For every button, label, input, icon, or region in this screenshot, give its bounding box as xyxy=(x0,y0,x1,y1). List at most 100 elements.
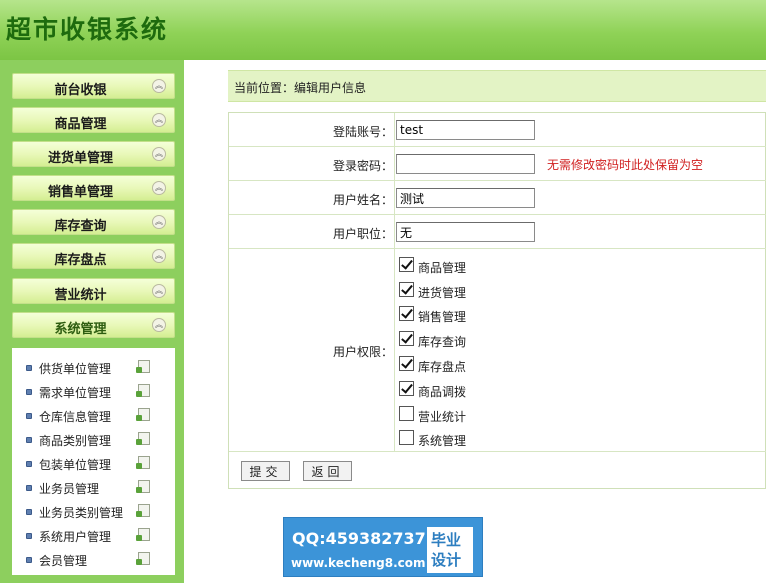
permission-item: 商品调拨 xyxy=(399,379,499,403)
permission-label: 销售管理 xyxy=(418,310,467,324)
bullet-icon xyxy=(26,389,32,395)
nav-label: 销售单管理 xyxy=(47,185,113,200)
position-field[interactable] xyxy=(396,222,535,242)
account-field[interactable] xyxy=(396,120,535,140)
edit-user-form: 登陆账号： 登录密码： 无需修改密码时此处保留为空 用户姓名： 用户职位： xyxy=(228,112,766,489)
permission-label: 库存盘点 xyxy=(418,360,467,374)
submenu-item-label: 需求单位管理 xyxy=(39,386,112,400)
nav-purchase-orders[interactable]: 进货单管理 ︽ xyxy=(12,141,175,167)
promo-badge-line2: 设计 xyxy=(431,551,462,569)
submit-button[interactable]: 提交 xyxy=(241,461,290,481)
document-icon xyxy=(136,408,150,421)
permission-checkbox[interactable] xyxy=(399,381,414,396)
form-value-cell: 无需修改密码时此处保留为空 xyxy=(394,147,766,180)
app-title: 超市收银系统 xyxy=(6,15,169,44)
document-icon xyxy=(136,552,150,565)
system-submenu: 供货单位管理 需求单位管理 仓库信息管理 商品类别管理 包装单位管理 业务员管理… xyxy=(12,348,175,575)
nav-product-management[interactable]: 商品管理 ︽ xyxy=(12,107,175,133)
back-button[interactable]: 返回 xyxy=(303,461,352,481)
permission-item: 库存查询 xyxy=(399,329,499,353)
permission-item: 系统管理 xyxy=(399,428,499,452)
permission-checkbox[interactable] xyxy=(399,430,414,445)
nav-inventory-query[interactable]: 库存查询 ︽ xyxy=(12,209,175,235)
permission-item: 库存盘点 xyxy=(399,354,499,378)
nav-label: 系统管理 xyxy=(54,322,107,337)
chevron-up-icon: ︽ xyxy=(152,79,166,93)
promo-banner[interactable]: QQ:459382737 www.kecheng8.com 毕业 设计 xyxy=(283,517,483,577)
nav-system-management[interactable]: 系统管理 ︽ xyxy=(12,312,175,338)
breadcrumb-text: 当前位置：编辑用户信息 xyxy=(234,81,367,95)
permission-checkbox[interactable] xyxy=(399,406,414,421)
submenu-item-label: 会员管理 xyxy=(39,554,88,568)
name-field[interactable] xyxy=(396,188,535,208)
promo-qq-text: QQ:459382737 xyxy=(292,529,426,548)
submenu-item-label: 业务员管理 xyxy=(39,482,100,496)
position-label: 用户职位： xyxy=(332,227,393,241)
submenu-item-label: 包装单位管理 xyxy=(39,458,112,472)
nav-label: 营业统计 xyxy=(54,288,107,303)
form-value-cell xyxy=(394,113,766,146)
permissions-label: 用户权限： xyxy=(332,345,393,359)
chevron-up-icon: ︽ xyxy=(152,181,166,195)
password-label: 登录密码： xyxy=(332,159,393,173)
bullet-icon xyxy=(26,461,32,467)
nav-sales-orders[interactable]: 销售单管理 ︽ xyxy=(12,175,175,201)
permission-checkbox[interactable] xyxy=(399,282,414,297)
bullet-icon xyxy=(26,365,32,371)
submenu-item-packaging-unit[interactable]: 包装单位管理 xyxy=(12,452,175,476)
permission-checkbox[interactable] xyxy=(399,257,414,272)
nav-label: 进货单管理 xyxy=(47,151,113,166)
form-value-cell xyxy=(394,181,766,214)
permission-label: 库存查询 xyxy=(418,335,467,349)
permission-label: 系统管理 xyxy=(418,434,467,448)
permission-item: 营业统计 xyxy=(399,404,499,428)
permission-checkbox[interactable] xyxy=(399,356,414,371)
chevron-up-icon: ︽ xyxy=(152,113,166,127)
permission-checkbox[interactable] xyxy=(399,306,414,321)
submenu-item-salesperson-category[interactable]: 业务员类别管理 xyxy=(12,500,175,524)
nav-label: 库存查询 xyxy=(54,219,107,234)
submenu-item-salesperson[interactable]: 业务员管理 xyxy=(12,476,175,500)
document-icon xyxy=(136,360,150,373)
submenu-item-demand-unit[interactable]: 需求单位管理 xyxy=(12,380,175,404)
document-icon xyxy=(136,528,150,541)
permission-item: 商品管理 xyxy=(399,255,499,279)
document-icon xyxy=(136,456,150,469)
submenu-item-system-users[interactable]: 系统用户管理 xyxy=(12,524,175,548)
permission-checkbox[interactable] xyxy=(399,331,414,346)
form-row-account: 登陆账号： xyxy=(229,113,766,147)
nav-stocktaking[interactable]: 库存盘点 ︽ xyxy=(12,243,175,269)
chevron-up-icon: ︽ xyxy=(152,147,166,161)
nav-front-cashier[interactable]: 前台收银 ︽ xyxy=(12,73,175,99)
promo-badge: 毕业 设计 xyxy=(427,527,473,573)
account-label: 登陆账号： xyxy=(332,125,393,139)
permissions-list: 商品管理 进货管理 销售管理 库存查询 库存盘点 商品调拨 营业统计 系统管理 xyxy=(394,249,766,451)
submenu-item-label: 仓库信息管理 xyxy=(39,410,112,424)
permission-label: 进货管理 xyxy=(418,286,467,300)
bullet-icon xyxy=(26,533,32,539)
submenu-item-warehouse[interactable]: 仓库信息管理 xyxy=(12,404,175,428)
submenu-item-label: 业务员类别管理 xyxy=(39,506,124,520)
permission-label: 商品调拨 xyxy=(418,385,467,399)
permission-item: 进货管理 xyxy=(399,280,499,304)
bullet-icon xyxy=(26,557,32,563)
form-row-position: 用户职位： xyxy=(229,215,766,249)
sidebar-menu: 前台收银 ︽ 商品管理 ︽ 进货单管理 ︽ 销售单管理 ︽ 库存查询 ︽ 库存盘… xyxy=(12,70,175,575)
submenu-item-members[interactable]: 会员管理 xyxy=(12,548,175,572)
password-field[interactable] xyxy=(396,154,535,174)
chevron-up-icon: ︽ xyxy=(152,318,166,332)
permission-label: 商品管理 xyxy=(418,261,467,275)
main-content: 当前位置：编辑用户信息 登陆账号： 登录密码： 无需修改密码时此处保留为空 用户… xyxy=(202,60,766,583)
nav-business-statistics[interactable]: 营业统计 ︽ xyxy=(12,278,175,304)
form-row-name: 用户姓名： xyxy=(229,181,766,215)
form-value-cell xyxy=(394,215,766,248)
submenu-item-product-category[interactable]: 商品类别管理 xyxy=(12,428,175,452)
document-icon xyxy=(136,480,150,493)
bullet-icon xyxy=(26,413,32,419)
permission-label: 营业统计 xyxy=(418,410,467,424)
nav-label: 商品管理 xyxy=(54,117,107,132)
submenu-item-supplier[interactable]: 供货单位管理 xyxy=(12,356,175,380)
breadcrumb: 当前位置：编辑用户信息 xyxy=(228,70,766,102)
submenu-item-label: 商品类别管理 xyxy=(39,434,112,448)
form-row-permissions: 用户权限： 商品管理 进货管理 销售管理 库存查询 库存盘点 商品调拨 营业统计… xyxy=(229,249,766,452)
